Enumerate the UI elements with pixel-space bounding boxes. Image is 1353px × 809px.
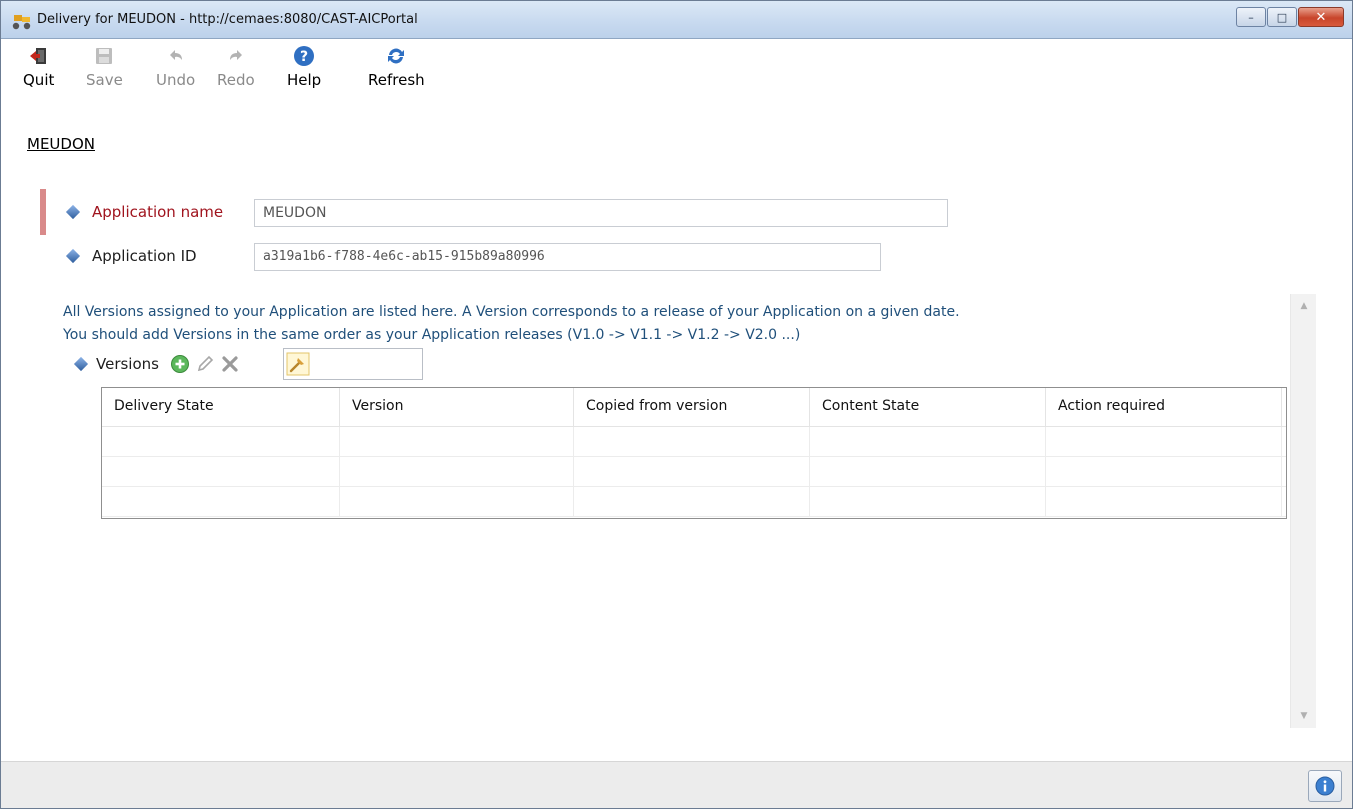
maximize-button[interactable]: □: [1267, 7, 1297, 27]
versions-help-line-1: All Versions assigned to your Applicatio…: [63, 304, 960, 320]
column-header-action-required[interactable]: Action required: [1046, 388, 1282, 427]
delete-icon: [222, 356, 238, 372]
application-window: Delivery for MEUDON - http://cemaes:8080…: [0, 0, 1353, 809]
info-button[interactable]: [1308, 770, 1342, 802]
versions-toolbar: Versions: [73, 353, 244, 375]
undo-button[interactable]: Undo: [156, 45, 195, 89]
diamond-icon: [65, 204, 81, 220]
table-row[interactable]: [102, 427, 1286, 457]
window-title: Delivery for MEUDON - http://cemaes:8080…: [37, 12, 418, 27]
breadcrumb[interactable]: MEUDON: [27, 135, 95, 153]
help-icon: ?: [293, 45, 315, 67]
help-button[interactable]: ? Help: [287, 45, 321, 89]
table-header: Delivery State Version Copied from versi…: [102, 388, 1286, 427]
close-icon: ✕: [1315, 9, 1327, 25]
refresh-label: Refresh: [368, 71, 425, 89]
close-button[interactable]: ✕: [1298, 7, 1344, 27]
scroll-up-icon[interactable]: ▲: [1291, 296, 1317, 316]
versions-filter-input[interactable]: [283, 348, 423, 380]
versions-label: Versions: [96, 355, 159, 373]
refresh-icon: [385, 45, 407, 67]
save-button[interactable]: Save: [86, 45, 123, 89]
application-id-input[interactable]: a319a1b6-f788-4e6c-ab15-915b89a80996: [254, 243, 881, 271]
column-header-content-state[interactable]: Content State: [810, 388, 1046, 427]
versions-table: Delivery State Version Copied from versi…: [101, 387, 1287, 519]
quit-button[interactable]: Quit: [23, 45, 54, 89]
column-header-delivery-state[interactable]: Delivery State: [102, 388, 340, 427]
refresh-button[interactable]: Refresh: [368, 45, 425, 89]
table-row[interactable]: [102, 487, 1286, 517]
svg-text:?: ?: [300, 49, 308, 65]
diamond-icon: [65, 248, 81, 264]
quit-label: Quit: [23, 71, 55, 89]
versions-help-text: All Versions assigned to your Applicatio…: [63, 301, 960, 347]
add-version-button[interactable]: [169, 353, 191, 375]
redo-label: Redo: [217, 71, 255, 89]
scroll-down-icon[interactable]: ▼: [1291, 706, 1317, 726]
info-icon: [1315, 776, 1335, 796]
column-header-copied-from-version[interactable]: Copied from version: [574, 388, 810, 427]
toolbar: Quit Save Undo Redo ? Help Refresh: [1, 41, 1352, 111]
save-icon: [93, 45, 115, 67]
help-label: Help: [287, 71, 322, 89]
edit-icon: [197, 355, 214, 372]
maximize-icon: □: [1276, 10, 1288, 24]
add-icon: [170, 355, 189, 373]
vertical-scrollbar[interactable]: ▲ ▼: [1290, 294, 1316, 728]
required-marker: [40, 189, 46, 235]
minimize-icon: –: [1248, 10, 1254, 24]
save-label: Save: [86, 71, 123, 89]
application-name-input[interactable]: MEUDON: [254, 199, 948, 227]
application-name-label: Application name: [92, 203, 224, 221]
table-row[interactable]: [102, 457, 1286, 487]
minimize-button[interactable]: –: [1236, 7, 1266, 27]
redo-icon: [225, 45, 247, 67]
redo-button[interactable]: Redo: [217, 45, 255, 89]
application-id-row: Application ID: [65, 247, 197, 265]
application-id-label: Application ID: [92, 247, 197, 265]
quit-icon: [28, 45, 50, 67]
app-icon: [12, 15, 31, 30]
undo-icon: [165, 45, 187, 67]
status-bar: [1, 761, 1352, 808]
column-header-version[interactable]: Version: [340, 388, 574, 427]
title-bar[interactable]: Delivery for MEUDON - http://cemaes:8080…: [1, 1, 1352, 39]
undo-label: Undo: [156, 71, 196, 89]
edit-version-button[interactable]: [194, 353, 216, 375]
delete-version-button[interactable]: [219, 353, 241, 375]
application-name-row: Application name: [65, 203, 224, 221]
filter-icon: [286, 352, 310, 379]
diamond-icon: [73, 356, 89, 372]
versions-help-line-2: You should add Versions in the same orde…: [63, 327, 801, 343]
